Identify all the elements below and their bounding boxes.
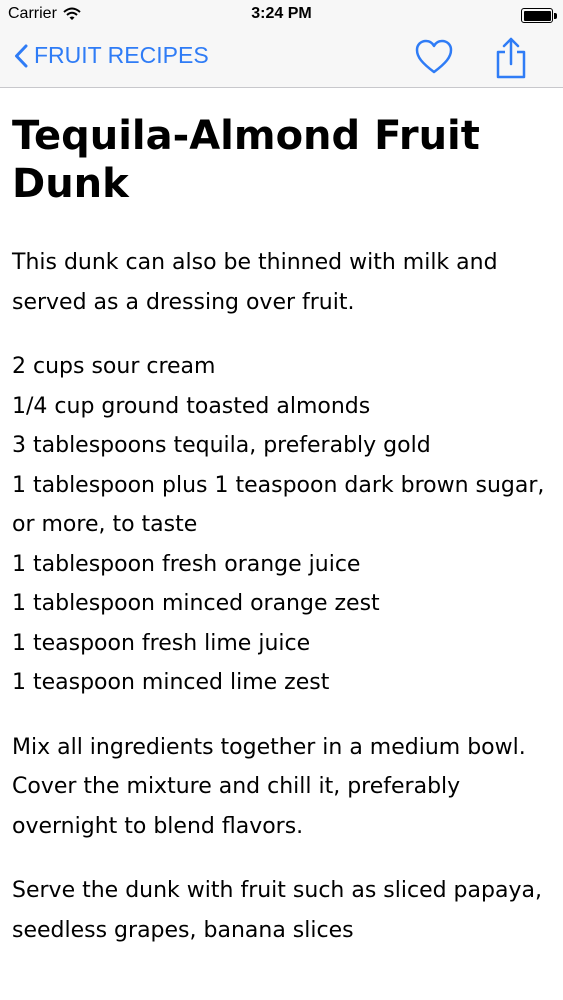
battery-icon xyxy=(521,8,557,23)
chevron-left-icon xyxy=(15,44,28,67)
recipe-content: Tequila-Almond Fruit Dunk This dunk can … xyxy=(12,90,552,950)
recipe-serving-note: Serve the dunk with fruit such as sliced… xyxy=(12,878,542,943)
ingredient-item: 1 teaspoon fresh lime juice xyxy=(12,630,311,656)
ingredient-item: 2 cups sour cream xyxy=(12,354,216,379)
recipe-intro: This dunk can also be thinned with milk … xyxy=(12,250,498,315)
navigation-bar: FRUIT RECIPES xyxy=(0,30,563,88)
recipe-method: Mix all ingredients together in a medium… xyxy=(12,734,526,839)
ingredient-item: 1 tablespoon plus 1 teaspoon dark brown … xyxy=(12,472,545,538)
ingredient-item: 3 tablespoons tequila, preferably gold xyxy=(12,433,431,458)
ingredient-item: 1 tablespoon minced orange zest xyxy=(12,591,380,616)
back-button-label: FRUIT RECIPES xyxy=(34,42,209,68)
ingredient-item: 1 tablespoon fresh orange juice xyxy=(12,551,361,577)
ingredient-item: 1/4 cup ground toasted almonds xyxy=(12,393,371,419)
favorite-button[interactable] xyxy=(414,38,454,80)
back-button[interactable]: FRUIT RECIPES xyxy=(14,42,209,69)
share-button[interactable] xyxy=(494,36,528,84)
ingredient-list: 2 cups sour cream 1/4 cup ground toasted… xyxy=(12,347,552,703)
status-time: 3:24 PM xyxy=(251,5,312,22)
heart-icon xyxy=(415,39,453,74)
ingredient-item: 1 teaspoon minced lime zest xyxy=(12,670,330,695)
status-bar: Carrier 3:24 PM xyxy=(0,0,563,30)
recipe-title: Tequila-Almond Fruit Dunk xyxy=(12,113,480,207)
share-icon xyxy=(496,37,526,79)
